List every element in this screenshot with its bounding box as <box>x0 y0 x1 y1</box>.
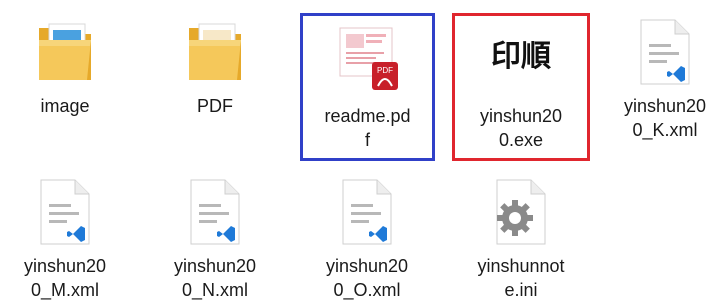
file-name: PDF <box>197 96 233 116</box>
file-name: yinshun20 0.exe <box>479 106 563 150</box>
file-item-yinshunnote-ini[interactable]: yinshunnot e.ini <box>456 168 586 300</box>
file-name: yinshunnot e.ini <box>477 256 565 300</box>
file-item-yinshun200-n-xml[interactable]: yinshun20 0_N.xml <box>150 168 280 300</box>
file-name: yinshun20 0_K.xml <box>623 96 707 140</box>
folder-icon <box>33 16 97 88</box>
pdf-thumbnail-icon: PDF <box>336 22 400 94</box>
xml-file-icon <box>33 176 97 248</box>
file-name: readme.pd f <box>324 106 411 150</box>
xml-file-icon <box>183 176 247 248</box>
file-item-readme-pdf[interactable]: PDF readme.pd f <box>300 13 435 161</box>
folder-icon <box>183 16 247 88</box>
file-item-yinshun200-o-xml[interactable]: yinshun20 0_O.xml <box>302 168 432 300</box>
svg-text:PDF: PDF <box>377 66 393 75</box>
settings-file-icon <box>489 176 553 248</box>
file-item-image[interactable]: image <box>0 8 130 138</box>
app-icon-text: 印順 <box>491 39 551 74</box>
xml-file-icon <box>633 16 697 88</box>
file-item-pdf-folder[interactable]: PDF <box>150 8 280 138</box>
file-item-yinshun200-m-xml[interactable]: yinshun20 0_M.xml <box>0 168 130 300</box>
file-item-yinshun200-k-xml[interactable]: yinshun20 0_K.xml <box>600 8 727 140</box>
file-item-yinshun200-exe[interactable]: 印順 yinshun20 0.exe <box>452 13 590 161</box>
file-name: yinshun20 0_N.xml <box>173 256 257 300</box>
file-name: yinshun20 0_M.xml <box>23 256 107 300</box>
app-icon: 印順 <box>481 28 561 84</box>
xml-file-icon <box>335 176 399 248</box>
file-name: image <box>40 96 90 116</box>
file-name: yinshun20 0_O.xml <box>325 256 409 300</box>
